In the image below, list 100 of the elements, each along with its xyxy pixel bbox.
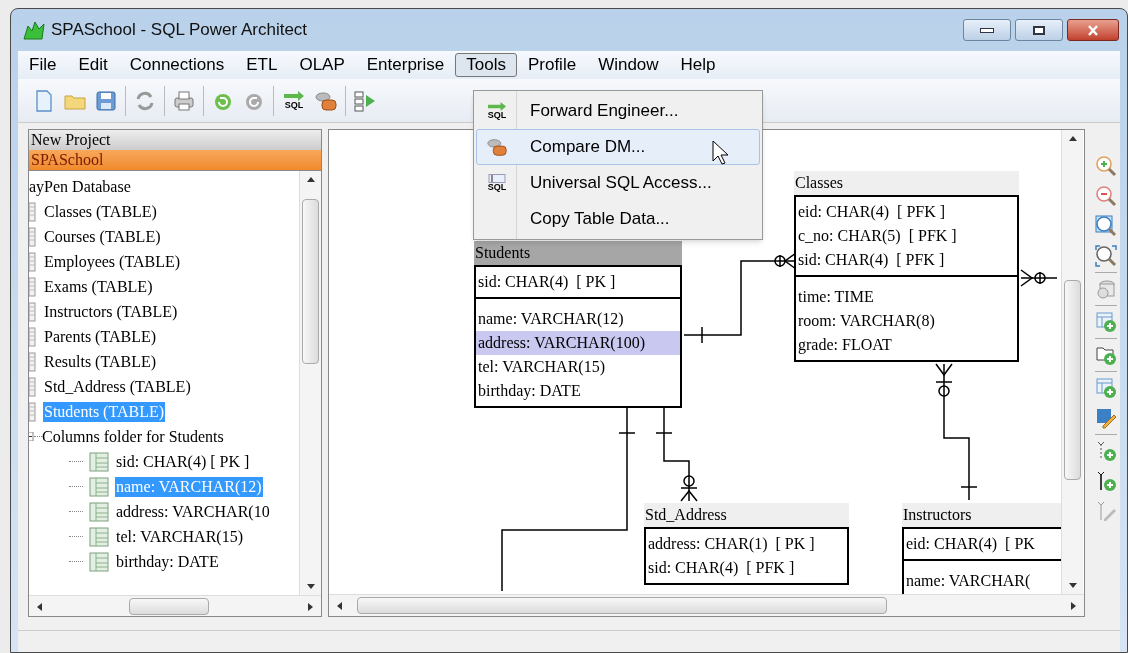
menu-item[interactable]: ETL	[235, 53, 289, 77]
table-icon	[29, 226, 36, 247]
horizontal-scrollbar[interactable]	[329, 594, 1084, 616]
table-box[interactable]: eid: CHAR(4) [ PFK ] c_no: CHAR(5) [ PFK ] sid: CHAR(4) [ PFK ] time: TIME room: VARCHAR(8) grade: FLOAT	[794, 195, 1019, 362]
sql-label: SQL	[284, 101, 304, 110]
tree-item[interactable]: birthday: DATE	[115, 551, 220, 572]
maximize-button[interactable]	[1015, 19, 1063, 41]
split-icon[interactable]	[353, 88, 377, 113]
forward-engineer-button[interactable]: SQL	[281, 91, 307, 110]
close-button[interactable]	[1067, 19, 1119, 41]
menu-item[interactable]: Window	[587, 53, 670, 77]
magnifier-icon[interactable]	[1094, 215, 1117, 237]
folder-add-icon[interactable]	[1094, 344, 1117, 366]
horizontal-scrollbar[interactable]	[29, 595, 321, 616]
column-icon	[89, 451, 109, 472]
menu-item[interactable]: Help	[669, 53, 727, 77]
menu-option[interactable]: Copy Table Data...	[476, 201, 760, 237]
cursor-box-icon	[488, 174, 506, 183]
minimize-button[interactable]	[963, 19, 1011, 41]
project-tab[interactable]: New Project	[29, 130, 321, 150]
vertical-scrollbar[interactable]	[299, 171, 321, 595]
table-icon	[29, 401, 36, 422]
table-box[interactable]: sid: CHAR(4) [ PK ] name: VARCHAR(12) address: VARCHAR(100) tel: VARCHAR(15) birthday: DATE	[474, 265, 682, 408]
menu-item[interactable]: Tools	[455, 53, 517, 77]
column-row[interactable]: time: TIME	[796, 285, 1017, 309]
sql-label: SQL	[487, 183, 507, 192]
zoom-in-icon[interactable]	[1094, 155, 1117, 177]
tree-item[interactable]: Parents (TABLE)	[43, 326, 158, 347]
column-icon	[89, 476, 109, 497]
column-row[interactable]: eid: CHAR(4) [ PK	[904, 532, 1061, 556]
menu-item[interactable]: Enterprise	[355, 53, 456, 77]
close-icon	[1087, 24, 1099, 36]
column-icon	[89, 551, 109, 572]
vertical-scrollbar[interactable]	[1061, 130, 1083, 594]
table-add-icon[interactable]	[1094, 311, 1117, 333]
menu-option[interactable]: Compare DM...	[476, 129, 760, 165]
relationship-line[interactable]	[935, 363, 978, 501]
relationship-line[interactable]	[1020, 269, 1057, 287]
table-icon	[29, 276, 36, 297]
project-tab[interactable]: SPASchool	[29, 150, 321, 170]
column-row[interactable]: c_no: CHAR(5) [ PFK ]	[796, 224, 1017, 248]
column-row[interactable]: name: VARCHAR(12)	[476, 307, 680, 331]
relationship-line[interactable]	[501, 405, 636, 591]
column-icon	[89, 526, 109, 547]
pencil-icon[interactable]	[1094, 407, 1117, 429]
tree-item[interactable]: Classes (TABLE)	[43, 201, 158, 222]
database-icon	[486, 136, 508, 158]
tree-item[interactable]: Exams (TABLE)	[43, 276, 154, 297]
collapse-icon[interactable]	[29, 432, 34, 441]
table-icon	[29, 351, 36, 372]
table-add-icon[interactable]	[1094, 377, 1117, 399]
column-row[interactable]: sid: CHAR(4) [ PK ]	[476, 270, 680, 294]
table-header[interactable]: Std_Address	[644, 503, 849, 527]
menu-item[interactable]: Connections	[118, 53, 236, 77]
column-row[interactable]: address: VARCHAR(100)	[476, 331, 680, 355]
table-header[interactable]: Instructors	[902, 503, 1061, 527]
tree-item[interactable]: Results (TABLE)	[43, 351, 158, 372]
column-row[interactable]: room: VARCHAR(8)	[796, 309, 1017, 333]
tree-root[interactable]: ayPen Database	[29, 178, 131, 195]
relationship-line[interactable]	[655, 405, 698, 502]
table-icon	[29, 376, 36, 397]
column-row[interactable]: name: VARCHAR(	[904, 569, 1061, 593]
menu-item[interactable]: OLAP	[288, 53, 356, 77]
table-box[interactable]: eid: CHAR(4) [ PK name: VARCHAR(	[902, 527, 1061, 594]
table-box[interactable]: address: CHAR(1) [ PK ] sid: CHAR(4) [ PFK ]	[644, 527, 849, 585]
tree-item[interactable]: Courses (TABLE)	[43, 226, 162, 247]
menu-option[interactable]: SQL Universal SQL Access...	[476, 165, 760, 201]
menu-item[interactable]: Edit	[67, 53, 119, 77]
column-row[interactable]: grade: FLOAT	[796, 333, 1017, 357]
app-logo-icon	[23, 20, 45, 40]
column-row[interactable]: address: CHAR(1) [ PK ]	[646, 532, 847, 556]
column-row[interactable]: sid: CHAR(4) [ PFK ]	[796, 248, 1017, 272]
table-header[interactable]: Students	[474, 241, 682, 265]
tree-item[interactable]: Std_Address (TABLE)	[43, 376, 192, 397]
tree-item[interactable]: Instructors (TABLE)	[43, 301, 179, 322]
table-icon	[29, 251, 36, 272]
zoom-fit-icon[interactable]	[1094, 245, 1117, 267]
tree-item[interactable]: tel: VARCHAR(15)	[115, 526, 244, 547]
menu-option[interactable]: SQL Forward Engineer...	[476, 93, 760, 129]
menu-item[interactable]: Profile	[516, 53, 588, 77]
relationship-line[interactable]	[683, 252, 797, 344]
column-row[interactable]: sid: CHAR(4) [ PFK ]	[646, 556, 847, 580]
column-row[interactable]: eid: CHAR(4) [ PFK ]	[796, 200, 1017, 224]
menu-item[interactable]: File	[18, 53, 68, 77]
table-icon	[29, 201, 36, 222]
table-icon	[29, 326, 36, 347]
tree-item[interactable]: Employees (TABLE)	[43, 251, 181, 272]
arrow-icon	[487, 102, 507, 111]
zoom-out-icon[interactable]	[1094, 185, 1117, 207]
window-title: SPASchool - SQL Power Architect	[51, 19, 308, 42]
printer-icon[interactable]	[172, 88, 196, 113]
table-header[interactable]: Classes	[794, 171, 1019, 195]
tree-item[interactable]: address: VARCHAR(10	[115, 501, 271, 522]
tree-item[interactable]: sid: CHAR(4) [ PK ]	[115, 451, 251, 472]
column-row[interactable]: tel: VARCHAR(15)	[476, 355, 680, 379]
database-icon[interactable]	[1094, 278, 1117, 300]
save-icon[interactable]	[94, 88, 118, 113]
column-row[interactable]: birthday: DATE	[476, 379, 680, 403]
tree-folder[interactable]: Columns folder for Students	[42, 426, 224, 447]
sql-label: SQL	[487, 111, 507, 120]
